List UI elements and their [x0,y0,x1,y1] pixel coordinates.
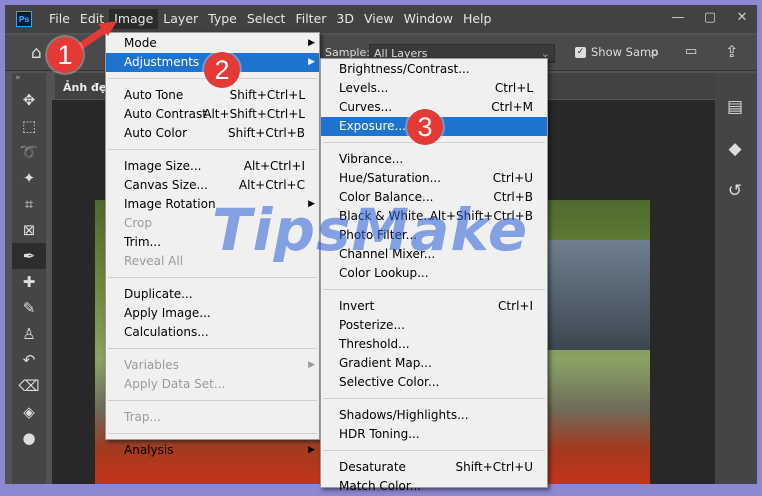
step-badge-3: 3 [407,109,443,145]
step-badge-1: 1 [47,37,83,73]
step-badge-2: 2 [204,52,240,88]
annotation-arrow [71,21,117,54]
